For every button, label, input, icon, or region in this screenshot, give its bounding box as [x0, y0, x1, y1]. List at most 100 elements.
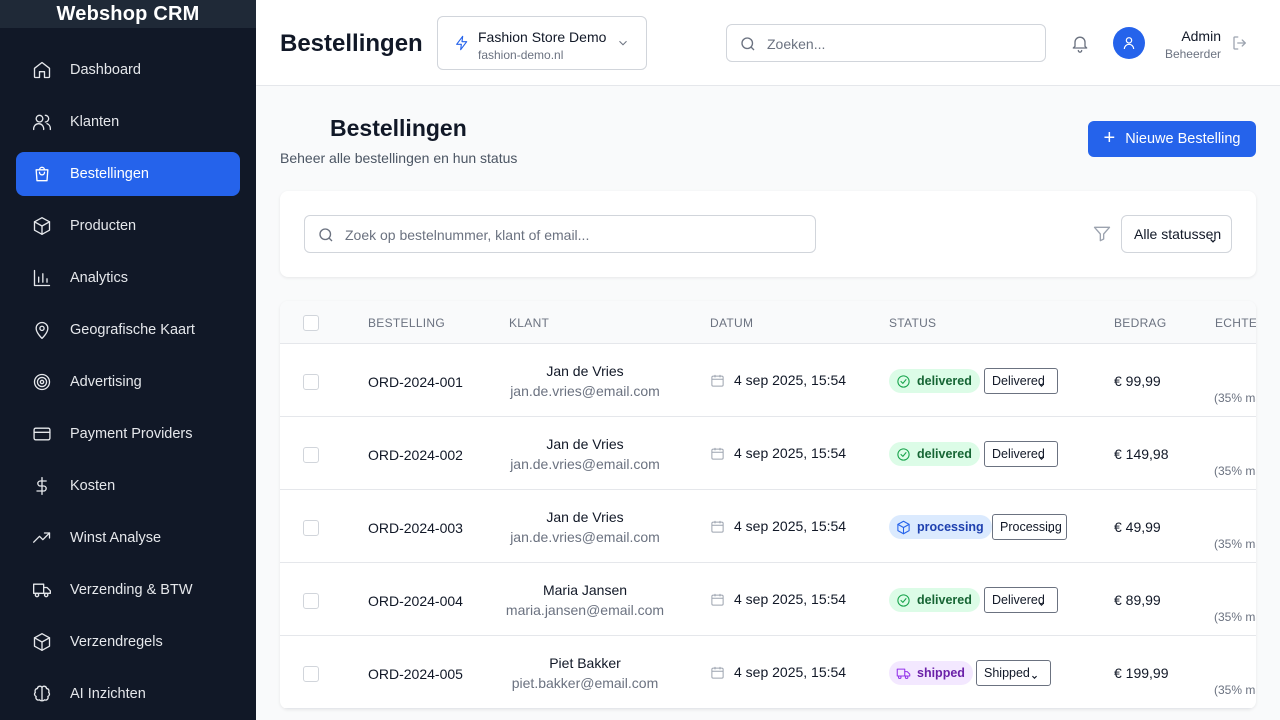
sidebar-item-label: Kosten — [70, 478, 116, 494]
customer-cell: Jan de Vries jan.de.vries@email.com — [490, 344, 680, 417]
row-checkbox[interactable] — [303, 666, 319, 682]
table-header: BESTELLING KLANT DATUM STATUS BEDRAG ECH… — [280, 301, 1256, 344]
status-badge: delivered — [889, 588, 980, 612]
sidebar-item-kosten[interactable]: Kosten — [16, 464, 240, 508]
column-header[interactable]: BEDRAG — [1114, 316, 1166, 330]
order-date-text: 4 sep 2025, 15:54 — [734, 445, 847, 461]
header-title: Bestellingen — [280, 30, 423, 57]
sidebar-item-ai-inzichten[interactable]: AI Inzichten — [16, 672, 240, 716]
bell-icon[interactable] — [1070, 33, 1090, 53]
customer-email: maria.jansen@email.com — [505, 602, 665, 618]
table-row[interactable]: ORD-2024-002 Jan de Vries jan.de.vries@e… — [280, 417, 1256, 490]
row-checkbox[interactable] — [303, 520, 319, 536]
status-badge: processing — [889, 515, 992, 539]
column-header[interactable]: ECHTE — [1215, 316, 1256, 330]
order-id[interactable]: ORD-2024-003 — [368, 520, 463, 536]
sidebar-item-label: Winst Analyse — [70, 530, 162, 546]
order-date: 4 sep 2025, 15:54 — [710, 445, 846, 461]
customer-cell: Jan de Vries jan.de.vries@email.com — [490, 490, 680, 563]
margin-note: (35% ma — [1214, 464, 1256, 478]
check-circle-icon — [897, 447, 910, 461]
global-search-input[interactable] — [767, 33, 1037, 55]
sidebar-item-producten[interactable]: Producten — [16, 204, 240, 248]
status-badge-text: delivered — [917, 593, 972, 607]
order-amount: € 149,98 — [1114, 446, 1169, 462]
row-checkbox[interactable] — [303, 447, 319, 463]
status-select[interactable]: Shipped — [976, 660, 1051, 686]
status-select[interactable]: Delivered — [984, 368, 1058, 394]
margin-note: (35% ma — [1214, 391, 1256, 405]
order-amount: € 89,99 — [1114, 592, 1161, 608]
select-all-checkbox[interactable] — [303, 315, 319, 331]
order-date-text: 4 sep 2025, 15:54 — [734, 664, 847, 680]
orders-table: BESTELLING KLANT DATUM STATUS BEDRAG ECH… — [280, 301, 1256, 709]
order-id[interactable]: ORD-2024-005 — [368, 666, 463, 682]
table-row[interactable]: ORD-2024-003 Jan de Vries jan.de.vries@e… — [280, 490, 1256, 563]
trending-up-icon — [32, 528, 52, 548]
shopping-bag-icon — [32, 164, 52, 184]
order-id[interactable]: ORD-2024-004 — [368, 593, 463, 609]
sidebar-item-geografische-kaart[interactable]: Geografische Kaart — [16, 308, 240, 352]
package-icon — [897, 520, 910, 534]
customer-name: Piet Bakker — [549, 655, 621, 671]
table-row[interactable]: ORD-2024-004 Maria Jansen maria.jansen@e… — [280, 563, 1256, 636]
customer-name: Jan de Vries — [546, 436, 624, 452]
page-title: Bestellingen — [330, 115, 467, 141]
chevron-down-icon — [1038, 597, 1045, 606]
row-checkbox[interactable] — [303, 374, 319, 390]
sidebar-item-winst-analyse[interactable]: Winst Analyse — [16, 516, 240, 560]
sidebar-item-bestellingen[interactable]: Bestellingen — [16, 152, 240, 196]
column-header[interactable]: DATUM — [710, 316, 753, 330]
logout-icon[interactable] — [1231, 34, 1249, 52]
check-circle-icon — [897, 374, 910, 388]
status-select[interactable]: Delivered — [984, 587, 1058, 613]
status-select[interactable]: Delivered — [984, 441, 1058, 467]
customer-name: Jan de Vries — [546, 363, 624, 379]
order-id[interactable]: ORD-2024-002 — [368, 447, 463, 463]
customer-cell: Jan de Vries jan.de.vries@email.com — [490, 417, 680, 490]
target-icon — [32, 372, 52, 392]
store-selector[interactable]: Fashion Store Demo fashion-demo.nl — [437, 16, 647, 70]
sidebar-item-verzending-btw[interactable]: Verzending & BTW — [16, 568, 240, 612]
page-subtitle: Beheer alle bestellingen en hun status — [280, 150, 518, 166]
calendar-icon — [711, 447, 724, 460]
order-id[interactable]: ORD-2024-001 — [368, 374, 463, 390]
brain-icon — [32, 684, 52, 704]
status-badge-text: processing — [917, 520, 984, 534]
filter-icon — [1092, 224, 1112, 244]
status-badge: shipped — [889, 661, 973, 685]
search-icon — [317, 226, 335, 244]
sidebar-item-label: Bestellingen — [70, 166, 149, 182]
sidebar-item-label: Advertising — [70, 374, 142, 390]
table-row[interactable]: ORD-2024-001 Jan de Vries jan.de.vries@e… — [280, 344, 1256, 417]
store-name: Fashion Store Demo — [478, 29, 607, 45]
order-amount: € 199,99 — [1114, 665, 1169, 681]
chevron-down-icon — [1031, 670, 1038, 679]
status-select[interactable]: Processing — [992, 514, 1067, 540]
sidebar-item-dashboard[interactable]: Dashboard — [16, 48, 240, 92]
column-header[interactable]: BESTELLING — [368, 316, 445, 330]
global-search — [726, 24, 1046, 62]
order-amount: € 49,99 — [1114, 519, 1161, 535]
sidebar-item-verzendregels[interactable]: Verzendregels — [16, 620, 240, 664]
bar-chart-icon — [32, 268, 52, 288]
user-name: Admin — [1181, 28, 1221, 44]
package-rules-icon — [32, 632, 52, 652]
package-icon — [32, 216, 52, 236]
table-row[interactable]: ORD-2024-005 Piet Bakker piet.bakker@ema… — [280, 636, 1256, 709]
column-header[interactable]: STATUS — [889, 316, 936, 330]
top-header: Bestellingen Fashion Store Demo fashion-… — [256, 0, 1280, 86]
status-filter-select[interactable]: Alle statussen — [1121, 215, 1232, 253]
order-search-input[interactable] — [345, 224, 805, 246]
sidebar-item-analytics[interactable]: Analytics — [16, 256, 240, 300]
sidebar-item-klanten[interactable]: Klanten — [16, 100, 240, 144]
row-checkbox[interactable] — [303, 593, 319, 609]
sidebar-item-advertising[interactable]: Advertising — [16, 360, 240, 404]
customer-email: piet.bakker@email.com — [511, 675, 659, 691]
sidebar-item-label: Verzendregels — [70, 634, 163, 650]
new-order-button[interactable]: + Nieuwe Bestelling — [1088, 121, 1256, 157]
sidebar-item-payment-providers[interactable]: Payment Providers — [16, 412, 240, 456]
status-badge-text: delivered — [917, 374, 972, 388]
order-date-text: 4 sep 2025, 15:54 — [734, 518, 847, 534]
column-header[interactable]: KLANT — [509, 316, 549, 330]
